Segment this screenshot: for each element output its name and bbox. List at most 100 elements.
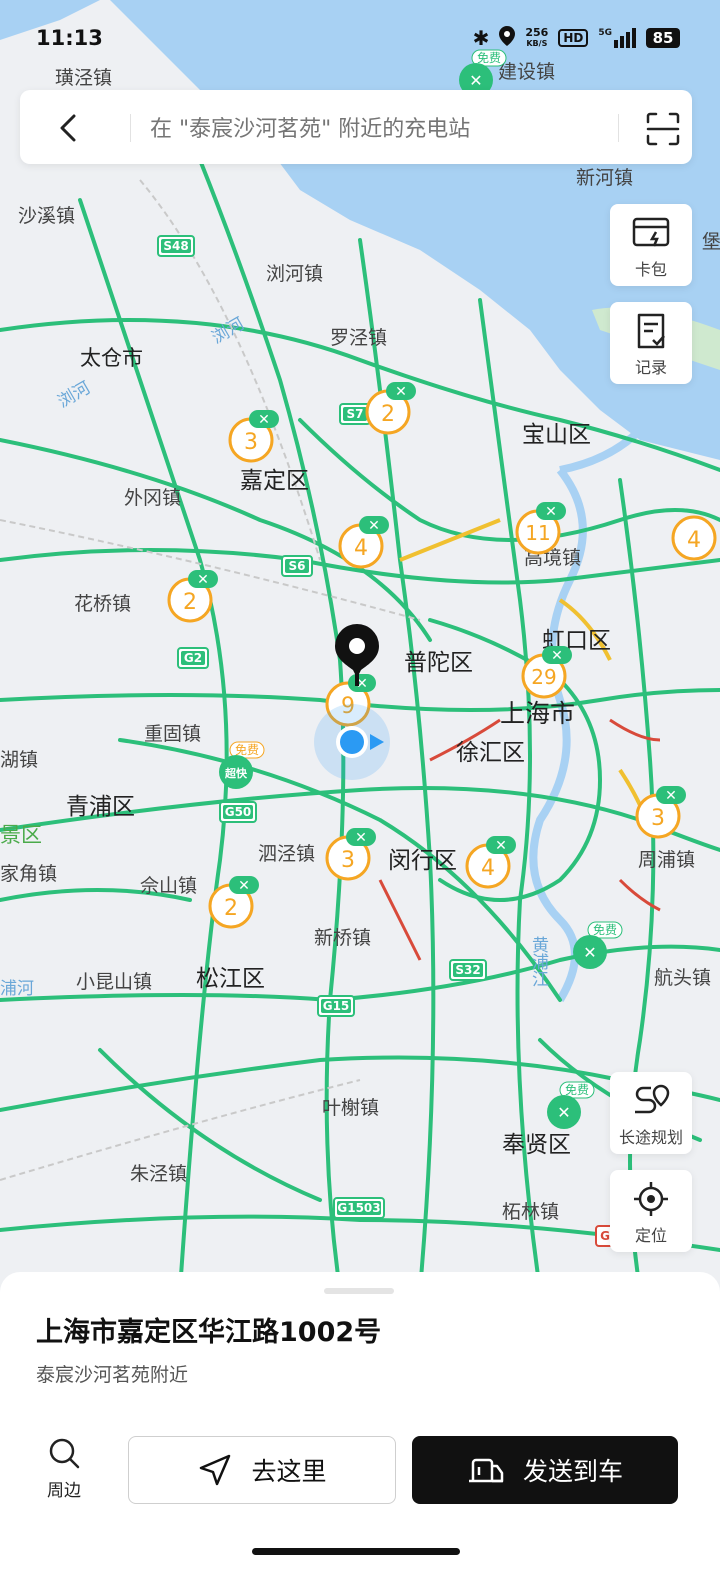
card-wallet-icon (632, 217, 670, 247)
charging-cluster[interactable]: 4 (671, 515, 717, 561)
records-icon (637, 313, 665, 349)
district-label: 普陀区 (404, 650, 473, 676)
charging-cluster[interactable]: 4 ✕ (338, 516, 389, 569)
speed-value: 256 (525, 26, 549, 39)
charging-cluster[interactable]: 2 ✕ (365, 382, 416, 435)
status-icons: ✱ 256 KB/S HD 5G 85 (473, 26, 680, 50)
location-sheet: 上海市嘉定区华江路1002号 泰宸沙河茗苑附近 周边 去这里 发送到车 (0, 1272, 720, 1584)
search-input[interactable] (148, 108, 592, 150)
super-tag: 超快 (224, 766, 248, 780)
place-label: 浏河镇 (266, 263, 323, 285)
send-to-car-button[interactable]: 发送到车 (412, 1436, 678, 1504)
charging-cluster[interactable]: 4 ✕ (465, 836, 516, 889)
charging-cluster[interactable]: 2 ✕ (167, 570, 218, 623)
place-label: 叶榭镇 (322, 1097, 379, 1119)
cluster-count: 4 (354, 536, 368, 561)
charging-cluster[interactable]: 3 ✕ (325, 828, 376, 881)
svg-text:✕: ✕ (258, 412, 270, 428)
city-label: 上海市 (500, 699, 575, 728)
place-label: 航头镇 (654, 967, 711, 989)
location-icon (499, 26, 516, 50)
svg-text:✕: ✕ (355, 830, 367, 846)
charging-cluster[interactable]: 29 ✕ (521, 646, 572, 699)
district-label: 嘉定区 (240, 468, 309, 494)
road-badge: S6 (281, 555, 313, 577)
scan-button[interactable] (644, 110, 682, 148)
place-label: 朱泾镇 (130, 1163, 187, 1185)
district-label: 宝山区 (522, 422, 591, 448)
district-label: 徐汇区 (456, 740, 525, 766)
cluster-count: 11 (525, 521, 550, 545)
locate-label: 定位 (634, 1226, 667, 1245)
search-icon (49, 1438, 80, 1469)
locate-button[interactable]: 定位 (610, 1170, 692, 1252)
road-badge-text: G1503 (337, 1201, 380, 1215)
free-station-pin[interactable]: 免费 ✕ (547, 1081, 595, 1129)
go-here-button[interactable]: 去这里 (128, 1436, 396, 1504)
river-label: 浦河 (0, 979, 34, 999)
free-tag: 免费 (565, 1082, 589, 1097)
place-label: 周浦镇 (638, 849, 695, 871)
status-time: 11:13 (36, 26, 103, 50)
river-label: 浏河 (209, 314, 248, 348)
long-trip-button[interactable]: 长途规划 (610, 1072, 692, 1154)
road-badge-text: G15 (323, 999, 350, 1013)
place-label: 柘林镇 (502, 1201, 559, 1223)
place-label: 家角镇 (0, 863, 57, 885)
cluster-count: 29 (531, 665, 556, 689)
go-here-label: 去这里 (251, 1457, 327, 1486)
road-badge-text: G (600, 1229, 610, 1243)
place-label: 重固镇 (144, 723, 201, 745)
cluster-count: 3 (651, 806, 665, 831)
place-label: 太仓市 (80, 346, 143, 370)
cluster-count: 3 (341, 848, 355, 873)
scan-icon (646, 112, 680, 146)
free-tag: 免费 (593, 922, 617, 937)
records-label: 记录 (634, 358, 667, 377)
charging-cluster[interactable]: 11 ✕ (515, 502, 566, 555)
cluster-count: 2 (224, 896, 238, 921)
search-bar[interactable] (20, 90, 692, 164)
nearby-button[interactable]: 周边 (36, 1436, 92, 1506)
road-badge: G2 (177, 647, 209, 669)
sheet-handle[interactable] (324, 1288, 394, 1294)
home-indicator[interactable] (252, 1548, 460, 1555)
district-label: 青浦区 (66, 794, 135, 820)
svg-text:✕: ✕ (495, 838, 507, 854)
free-station-pin[interactable]: 免费 ✕ (573, 921, 623, 969)
place-label: 小昆山镇 (76, 971, 152, 993)
charging-cluster[interactable]: 3 ✕ (228, 410, 279, 463)
bluetooth-icon: ✱ (472, 26, 490, 50)
place-label: 新河镇 (576, 167, 633, 189)
network-speed: 256 KB/S (525, 27, 548, 49)
records-button[interactable]: 记录 (610, 302, 692, 384)
cluster-count: 4 (687, 528, 701, 553)
road-badge: G50 (219, 801, 257, 823)
road-badge-text: S7 (347, 407, 364, 421)
long-trip-label: 长途规划 (618, 1128, 683, 1147)
road-badge-text: G50 (225, 805, 252, 819)
wallet-button[interactable]: 卡包 (610, 204, 692, 286)
svg-text:✕: ✕ (395, 384, 407, 400)
place-label: 沙溪镇 (18, 205, 75, 227)
speed-unit: KB/S (526, 39, 548, 48)
cluster-count: 4 (481, 856, 495, 881)
cluster-count: 2 (183, 590, 197, 615)
address-title: 上海市嘉定区华江路1002号 (36, 1317, 382, 1348)
send-to-car-icon (468, 1458, 504, 1483)
hd-badge: HD (558, 29, 589, 47)
wallet-label: 卡包 (634, 260, 667, 279)
back-button[interactable] (50, 108, 90, 148)
road-badge-text: S6 (289, 559, 306, 573)
road-badge-text: S48 (163, 239, 188, 253)
charging-cluster[interactable]: 3 ✕ (635, 786, 686, 839)
road-badge: G15 (317, 995, 355, 1017)
divider (130, 114, 131, 142)
cluster-count: 2 (381, 402, 395, 427)
scenic-label: 景区 (0, 823, 42, 847)
place-label: 外冈镇 (124, 487, 181, 509)
free-tag: 免费 (235, 742, 259, 757)
district-label: 奉贤区 (502, 1132, 571, 1158)
status-bar: 11:13 ✱ 256 KB/S HD 5G 85 (0, 0, 720, 80)
road-badge-text: G2 (184, 651, 202, 665)
